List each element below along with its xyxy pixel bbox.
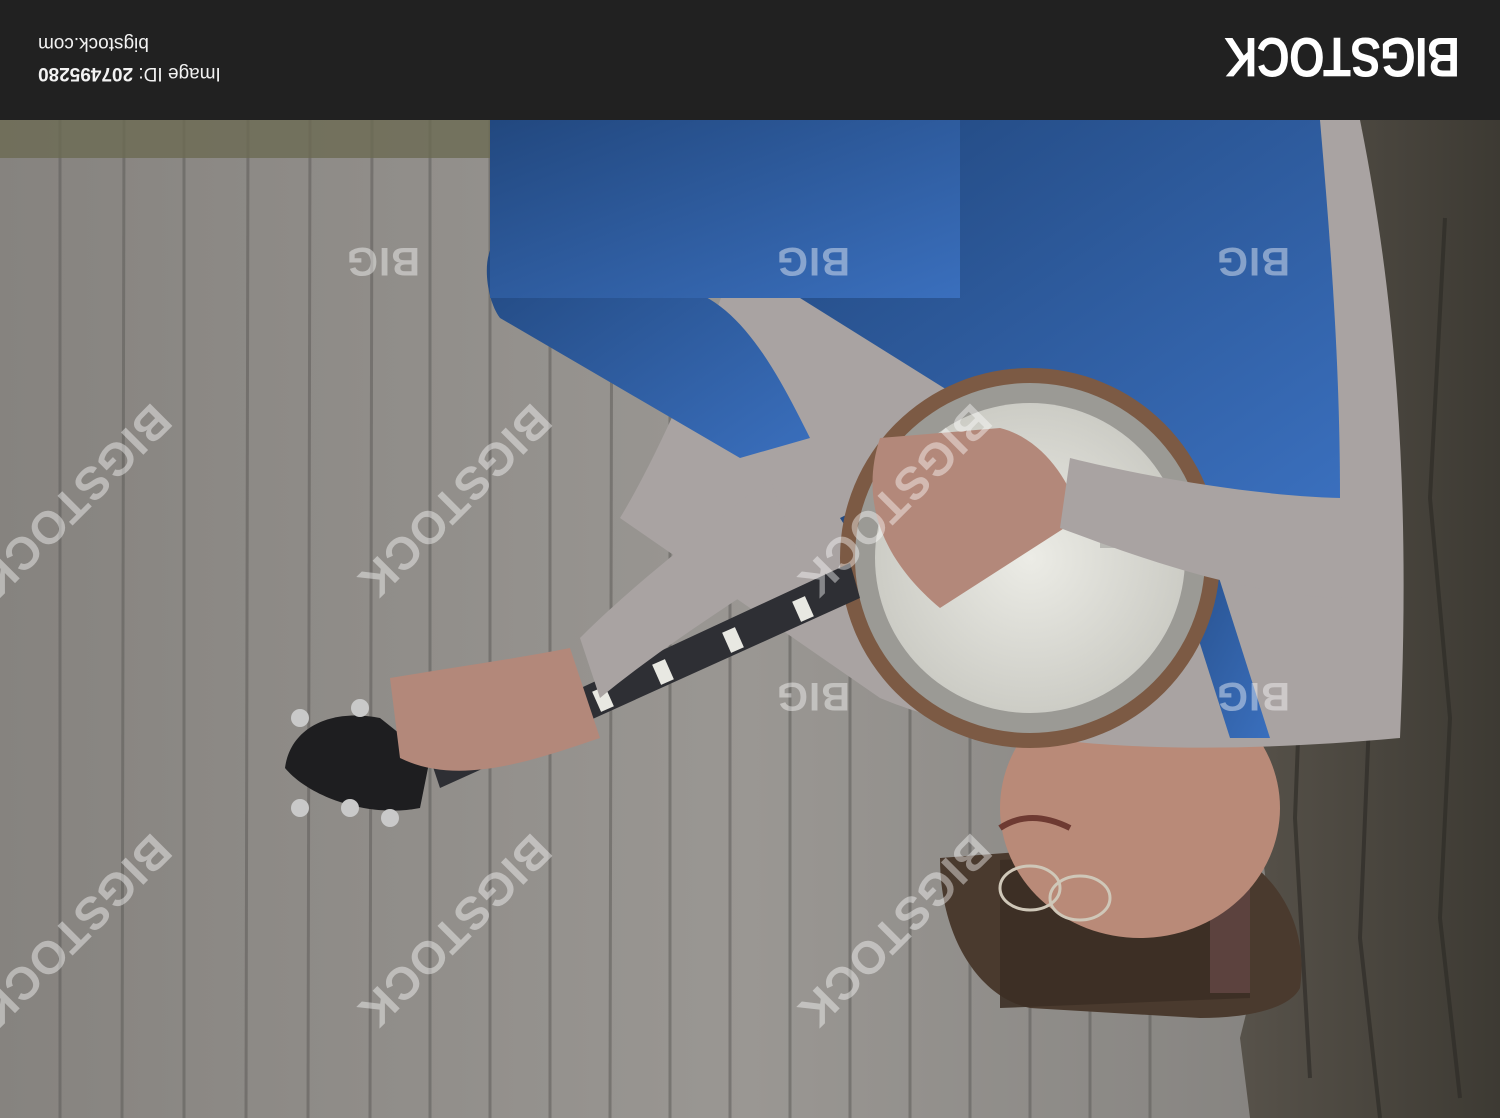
- photo-illustration: [0, 120, 1500, 1118]
- image-stage: BIGSTOCK BIGSTOCK BIGSTOCK BIGSTOCK BIGS…: [0, 0, 1500, 1118]
- image-id: Image ID: 207495280: [38, 58, 221, 88]
- ground-strip: [0, 120, 500, 158]
- brand-logo[interactable]: BIGSTOCK: [1225, 25, 1460, 90]
- site-link[interactable]: bigstock.com: [38, 28, 221, 58]
- image-meta: Image ID: 207495280 bigstock.com: [38, 28, 221, 88]
- image-id-value: 207495280: [38, 63, 134, 84]
- image-id-label: Image ID:: [138, 63, 221, 84]
- photo: BIGSTOCK BIGSTOCK BIGSTOCK BIGSTOCK BIGS…: [0, 120, 1500, 1118]
- footer-bar: BIGSTOCK Image ID: 207495280 bigstock.co…: [0, 0, 1500, 120]
